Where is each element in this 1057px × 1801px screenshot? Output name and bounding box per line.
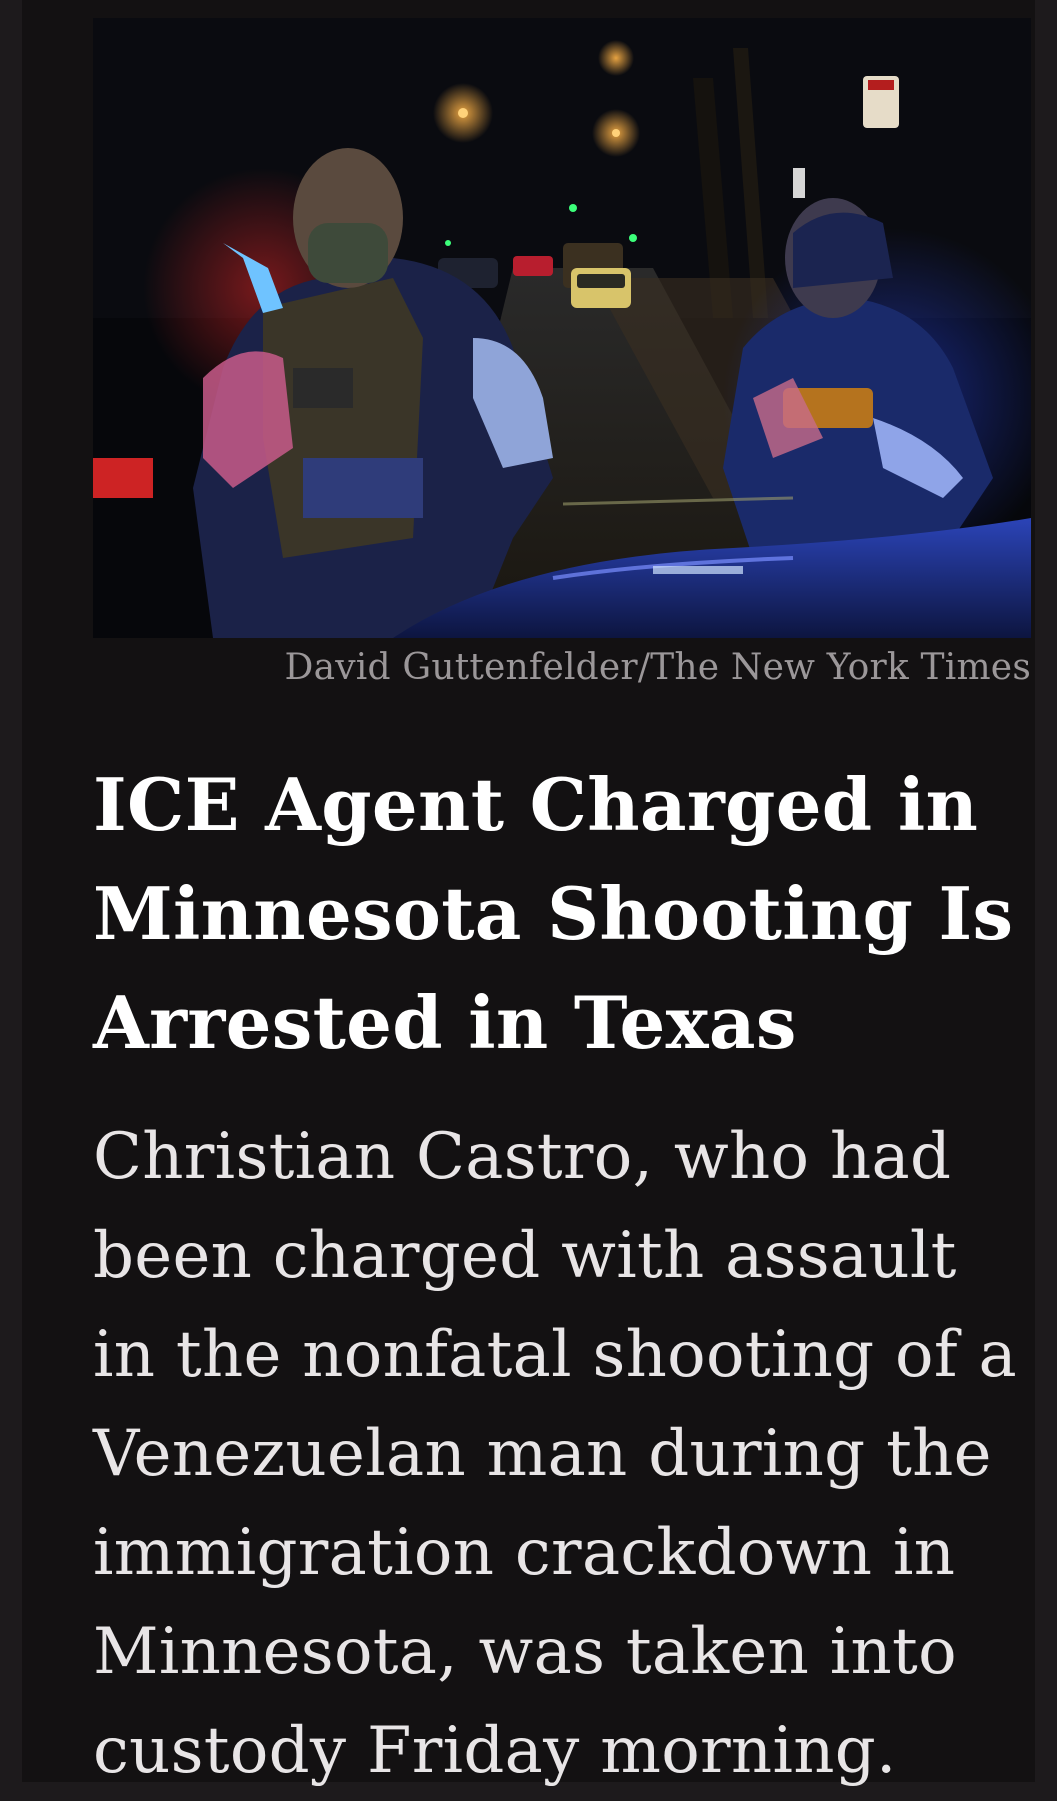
page: David Guttenfelder/The New York Times IC… (22, 0, 1035, 1788)
photo-credit: David Guttenfelder/The New York Times (284, 647, 1031, 688)
article-headline[interactable]: ICE Agent Charged in Minnesota Shooting … (93, 750, 1031, 1077)
night-police-scene-image (93, 18, 1031, 638)
article-card[interactable]: David Guttenfelder/The New York Times IC… (93, 18, 1031, 1788)
article-summary: Christian Castro, who had been charged w… (93, 1120, 1017, 1788)
article-photo[interactable] (93, 18, 1031, 638)
